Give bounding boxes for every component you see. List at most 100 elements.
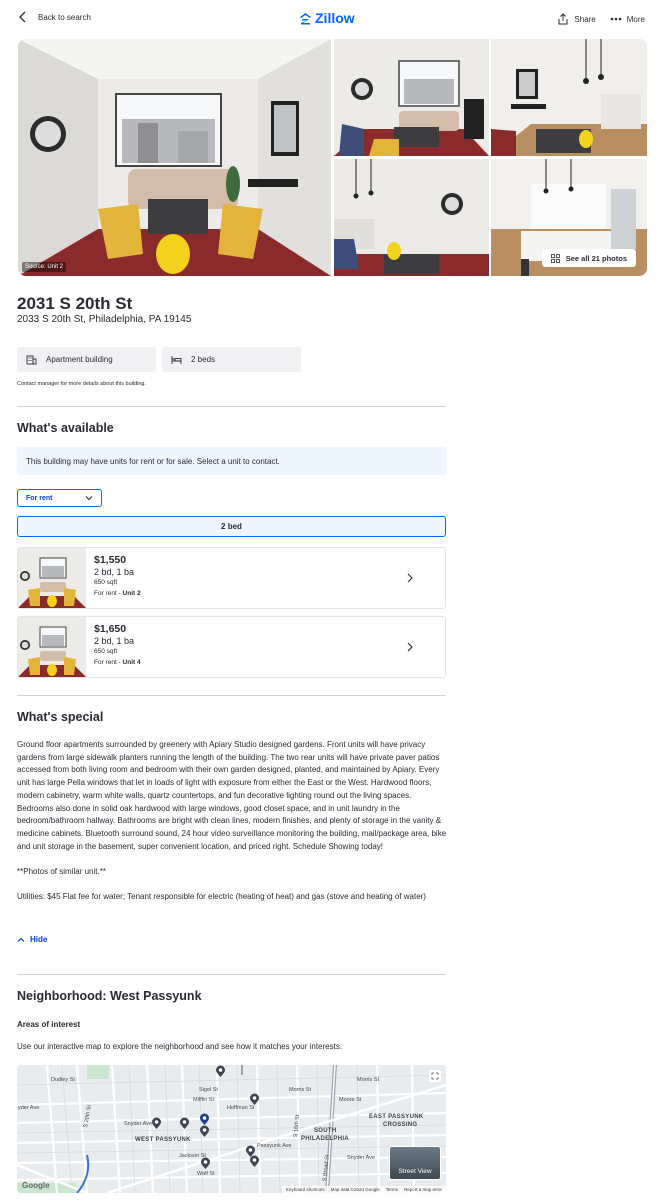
unit-beds: 2 bd, 1 ba	[94, 636, 135, 646]
see-all-label: See all 21 photos	[565, 253, 627, 263]
whats-available-heading: What's available	[17, 421, 114, 435]
hide-description-button[interactable]: Hide	[17, 935, 47, 944]
map-label: Snyder Ave	[347, 1155, 376, 1161]
areas-of-interest-heading: Areas of interest	[17, 1020, 81, 1029]
see-all-photos-button[interactable]: See all 21 photos	[541, 249, 636, 267]
google-logo: Google	[22, 1181, 50, 1190]
unit-card[interactable]: $1,550 2 bd, 1 ba 650 sqft For rent - Un…	[17, 547, 446, 609]
ellipsis-icon	[610, 17, 622, 21]
areas-of-interest-text: Use our interactive map to explore the n…	[17, 1042, 343, 1051]
map-label: Morris St	[289, 1087, 311, 1093]
listing-address: 2033 S 20th St, Philadelphia, PA 19145	[17, 314, 192, 325]
map-label: Jackson St	[179, 1153, 206, 1159]
unit-status: For rent - Unit 2	[94, 590, 445, 597]
map-label: SOUTH	[314, 1128, 337, 1134]
bed-filter-tab[interactable]: 2 bed	[17, 516, 446, 537]
map-label: Snyder Ave	[124, 1121, 153, 1127]
unit-thumbnail	[18, 548, 86, 608]
unit-photo	[18, 617, 86, 677]
kitchen-view-photo	[491, 39, 647, 156]
map-pin-icon[interactable]	[215, 1065, 226, 1078]
section-divider	[17, 974, 446, 975]
map-attribution: Keyboard shortcuts Map data ©2024 Google…	[281, 1186, 446, 1193]
chevron-up-icon	[17, 937, 25, 942]
grid-icon	[550, 253, 560, 263]
more-label: More	[626, 14, 645, 24]
hide-label: Hide	[30, 935, 48, 944]
description-paragraph: **Photos of similar unit.**	[17, 867, 106, 877]
keyboard-shortcuts-link[interactable]: Keyboard shortcuts	[286, 1187, 325, 1192]
map-pin-icon[interactable]	[199, 1125, 210, 1138]
map-label: Mifflin St	[193, 1097, 214, 1103]
unit-status-prefix: For rent -	[94, 659, 123, 666]
map-label: Wolf St	[197, 1171, 215, 1177]
logo-text: Zillow	[315, 10, 355, 26]
building-icon	[26, 355, 37, 365]
section-divider	[17, 695, 446, 696]
more-button[interactable]: More	[610, 13, 645, 25]
map-label: Morris St	[357, 1077, 379, 1083]
map-label: Sigel St	[199, 1087, 218, 1093]
fact-chips: Apartment building 2 beds	[17, 347, 301, 372]
chevron-right-icon	[407, 642, 413, 652]
share-button[interactable]: Share	[557, 13, 596, 25]
description-paragraph: Ground floor apartments surrounded by gr…	[17, 740, 447, 851]
unit-thumbnail	[18, 617, 86, 677]
chevron-right-icon	[407, 573, 413, 583]
availability-info-box: This building may have units for rent or…	[17, 447, 446, 475]
map-pin-icon[interactable]	[179, 1117, 190, 1130]
zillow-logo-icon	[300, 12, 311, 24]
map-pin-icon[interactable]	[249, 1155, 260, 1168]
back-label: Back to search	[38, 12, 91, 22]
main-photo[interactable]: Source: Unit 2	[18, 39, 331, 276]
chevron-down-icon	[85, 496, 93, 501]
terms-link[interactable]: Terms	[386, 1187, 398, 1192]
section-divider	[17, 406, 446, 407]
living-room-photo-2	[334, 39, 489, 156]
dropdown-value: For rent	[26, 494, 53, 502]
unit-photo	[18, 548, 86, 608]
zillow-logo[interactable]: Zillow	[299, 10, 355, 26]
gallery-photo-2[interactable]	[334, 39, 489, 156]
neighborhood-map[interactable]: Dudley St yder Ave Snyder Ave WEST PASSY…	[17, 1065, 446, 1193]
map-label: Hoffman St	[227, 1105, 255, 1111]
map-label: CROSSING	[383, 1122, 418, 1128]
map-label: Moore St	[339, 1097, 362, 1103]
listing-type-dropdown[interactable]: For rent	[17, 489, 102, 507]
unit-status: For rent - Unit 4	[94, 659, 445, 666]
map-label: EAST PASSYUNK	[369, 1114, 424, 1120]
map-pin-icon[interactable]	[151, 1117, 162, 1130]
unit-number: Unit 4	[122, 659, 141, 666]
living-room-photo	[18, 39, 331, 276]
map-canvas	[17, 1065, 446, 1193]
gallery-photo-3[interactable]	[491, 39, 647, 156]
unit-number: Unit 2	[122, 590, 141, 597]
bed-icon	[171, 356, 182, 364]
whats-special-heading: What's special	[17, 710, 104, 724]
unit-price: $1,550	[94, 554, 127, 566]
contact-note: Contact manager for more details about t…	[17, 381, 147, 387]
description-paragraph: Utilities: $45 Flat fee for water; Tenan…	[17, 892, 426, 902]
unit-card[interactable]: $1,650 2 bd, 1 ba 650 sqft For rent - Un…	[17, 616, 446, 678]
fact-building-type: Apartment building	[17, 347, 156, 372]
fact-beds: 2 beds	[162, 347, 301, 372]
report-error-link[interactable]: Report a map error	[404, 1187, 442, 1192]
share-icon	[558, 13, 568, 25]
map-data-text: Map data ©2024 Google	[330, 1187, 380, 1192]
gallery-photo-5[interactable]: See all 21 photos	[491, 159, 647, 276]
top-bar: Back to search Zillow Share More	[0, 0, 662, 38]
photo-source-tag: Source: Unit 2	[22, 262, 67, 272]
neighborhood-heading: Neighborhood: West Passyunk	[17, 989, 202, 1003]
street-view-button[interactable]: Street View	[389, 1146, 441, 1180]
photo-gallery: Source: Unit 2 See all 21 photos	[18, 39, 647, 276]
gallery-photo-4[interactable]	[334, 159, 489, 276]
unit-price: $1,650	[94, 623, 127, 635]
unit-sqft: 650 sqft	[94, 648, 118, 655]
chevron-left-icon	[19, 11, 26, 23]
unit-sqft: 650 sqft	[94, 579, 118, 586]
fact-building-label: Apartment building	[46, 355, 113, 364]
map-expand-button[interactable]	[429, 1070, 441, 1082]
back-to-search-link[interactable]: Back to search	[18, 11, 91, 23]
share-label: Share	[574, 14, 596, 24]
map-label: Passyunk Ave	[257, 1143, 292, 1149]
